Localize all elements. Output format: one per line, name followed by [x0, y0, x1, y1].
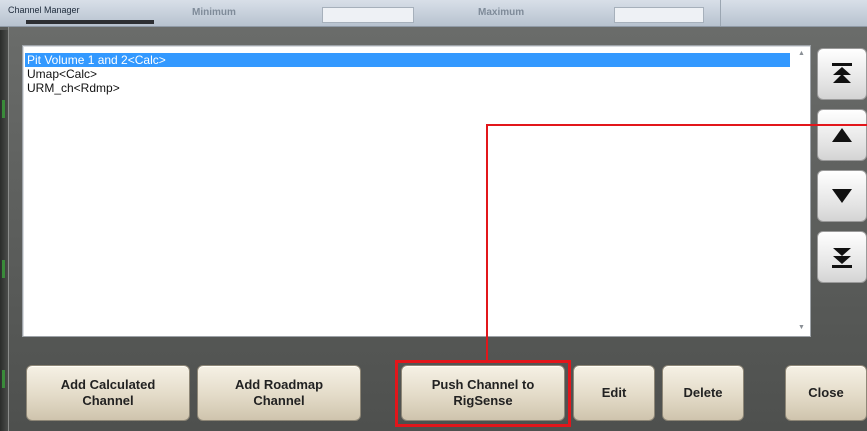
left-marker: [2, 370, 5, 388]
callout-line: [486, 124, 867, 126]
maximum-field: [614, 7, 704, 23]
list-item[interactable]: Umap<Calc>: [25, 67, 790, 81]
background-header: Channel Manager Minimum Maximum: [0, 0, 867, 27]
left-marker: [2, 100, 5, 118]
add-roadmap-channel-button[interactable]: Add Roadmap Channel: [197, 365, 361, 421]
move-down-button[interactable]: [817, 170, 867, 222]
move-down-icon: [832, 189, 852, 203]
move-bottom-icon: [832, 248, 852, 268]
title-underline: [26, 20, 154, 24]
header-divider: [720, 0, 721, 26]
move-top-button[interactable]: [817, 48, 867, 100]
edit-button[interactable]: Edit: [573, 365, 655, 421]
move-up-icon: [832, 128, 852, 142]
push-channel-to-rigsense-button[interactable]: Push Channel to RigSense: [401, 365, 565, 421]
move-top-icon: [832, 63, 852, 83]
scroll-up-arrow-icon[interactable]: ▲: [795, 48, 808, 60]
close-button[interactable]: Close: [785, 365, 867, 421]
button-label-line: Push Channel to: [431, 377, 535, 392]
minimum-label: Minimum: [192, 7, 236, 18]
callout-line: [486, 124, 488, 362]
move-up-button[interactable]: [817, 109, 867, 161]
add-calculated-channel-button[interactable]: Add Calculated Channel: [26, 365, 190, 421]
list-item[interactable]: Pit Volume 1 and 2<Calc>: [25, 53, 790, 67]
scroll-down-arrow-icon[interactable]: ▼: [795, 322, 808, 334]
delete-button[interactable]: Delete: [662, 365, 744, 421]
button-label-line: Channel: [82, 393, 134, 408]
left-marker: [2, 260, 5, 278]
maximum-label: Maximum: [478, 7, 525, 18]
left-edge: [0, 30, 8, 431]
button-label-line: RigSense: [453, 393, 513, 408]
channel-listbox[interactable]: Pit Volume 1 and 2<Calc> Umap<Calc> URM_…: [22, 45, 811, 337]
move-bottom-button[interactable]: [817, 231, 867, 283]
minimum-field: [322, 7, 414, 23]
list-item[interactable]: URM_ch<Rdmp>: [25, 81, 790, 95]
button-label-line: Channel: [253, 393, 305, 408]
button-label-line: Add Roadmap: [234, 377, 324, 392]
button-label-line: Add Calculated: [60, 377, 156, 392]
window-title: Channel Manager: [8, 5, 80, 15]
channel-manager-window: Channel Manager Minimum Maximum Pit Volu…: [0, 0, 867, 431]
